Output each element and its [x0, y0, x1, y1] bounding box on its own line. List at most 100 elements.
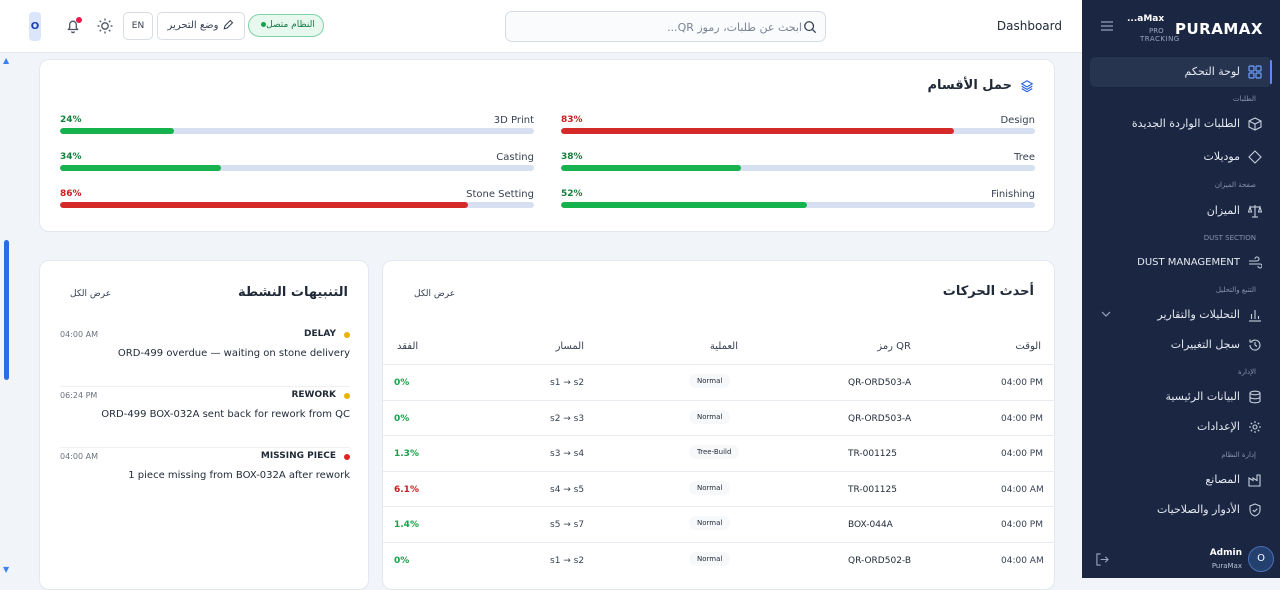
- search-input[interactable]: [542, 18, 802, 36]
- section-label-scale-page: صفحة الميزان: [1214, 181, 1256, 189]
- wind-icon: [1249, 256, 1262, 269]
- language-button[interactable]: EN: [123, 12, 153, 40]
- alert-message: 1 piece missing from BOX-032A after rewo…: [128, 470, 350, 481]
- alert-message: ORD-499 BOX-032A sent back for rework fr…: [101, 409, 350, 420]
- column-header-qr[interactable]: رمز QR: [877, 341, 911, 352]
- notifications-button[interactable]: [64, 17, 82, 35]
- user-avatar-button[interactable]: O: [29, 12, 41, 41]
- edit-mode-label: وضع التحرير: [167, 20, 219, 31]
- department-name: Casting: [496, 152, 534, 163]
- latest-movements-title: أحدث الحركات: [942, 284, 1034, 299]
- time-cell: 04:00 PM: [1001, 378, 1043, 388]
- path-cell: s4 → s5: [550, 485, 585, 495]
- department-load-bar: [60, 202, 534, 208]
- table-row[interactable]: 0% s1 → s2 Normal QR-ORD502-B 04:00 AM: [383, 542, 1054, 578]
- history-icon: [1249, 339, 1261, 351]
- table-row[interactable]: 1.4% s5 → s7 Normal BOX-044A 04:00 PM: [383, 506, 1054, 542]
- qr-cell: TR-001125: [848, 449, 897, 459]
- sidebar-item-label: الطلبات الواردة الجديدة: [1131, 117, 1240, 130]
- department-tree: Tree 38%: [561, 152, 1035, 180]
- column-header-operation[interactable]: العملية: [710, 341, 738, 352]
- sun-icon[interactable]: [96, 17, 114, 35]
- loss-cell: 0%: [394, 414, 410, 424]
- alert-time: 06:24 PM: [60, 391, 98, 400]
- department-design: Design 83%: [561, 115, 1035, 143]
- sidebar: ...aMax PRO TRACKING PURAMAX لوحة التحكم…: [1082, 0, 1280, 578]
- column-header-time[interactable]: الوقت: [1015, 341, 1041, 352]
- department-percent: 52%: [561, 189, 583, 199]
- scrollbar-thumb[interactable]: [4, 240, 9, 380]
- search-box[interactable]: [505, 11, 826, 42]
- status-label: النظام متصل: [266, 20, 315, 30]
- alert-item[interactable]: MISSING PIECE 04:00 AM 1 piece missing f…: [60, 451, 350, 509]
- loss-cell: 6.1%: [394, 485, 419, 495]
- department-3d-print: 3D Print 24%: [60, 115, 534, 143]
- department-percent: 38%: [561, 152, 583, 162]
- alerts-view-all-link[interactable]: عرض الكل: [70, 289, 111, 299]
- notification-dot: [76, 17, 82, 23]
- alert-time: 04:00 AM: [60, 330, 98, 339]
- department-name: Stone Setting: [466, 189, 534, 200]
- logo-pro-label: PRO: [1149, 27, 1164, 35]
- path-cell: s3 → s4: [550, 449, 585, 459]
- operation-badge: Normal: [689, 410, 731, 424]
- department-load-fill: [60, 165, 222, 171]
- table-row[interactable]: 0% s1 → s2 Normal QR-ORD503-A 04:00 PM: [383, 364, 1054, 400]
- time-cell: 04:00 AM: [1001, 556, 1044, 566]
- sidebar-item-label: DUST MANAGEMENT: [1137, 257, 1240, 268]
- diamond-icon: [1248, 150, 1262, 164]
- sidebar-item-label: الأدوار والصلاحيات: [1156, 503, 1240, 516]
- chevron-down-icon[interactable]: [1101, 310, 1111, 318]
- page-title: Dashboard: [996, 19, 1062, 33]
- logo[interactable]: PURAMAX: [1175, 20, 1263, 38]
- logout-icon[interactable]: [1096, 553, 1109, 566]
- column-header-loss[interactable]: الفقد: [397, 341, 418, 352]
- alert-item[interactable]: DELAY 04:00 AM ORD-499 overdue — waiting…: [60, 329, 350, 387]
- department-load-bar: [561, 202, 1035, 208]
- nav-active-highlight: [1090, 57, 1272, 87]
- path-cell: s5 → s7: [550, 520, 585, 530]
- section-label-dust: DUST SECTION: [1203, 234, 1256, 242]
- logo-tracking-label: TRACKING: [1140, 35, 1180, 43]
- alert-item[interactable]: REWORK 06:24 PM ORD-499 BOX-032A sent ba…: [60, 390, 350, 448]
- section-label-system: إدارة النظام: [1221, 451, 1256, 459]
- edit-mode-button[interactable]: وضع التحرير: [157, 12, 245, 40]
- department-load-fill: [561, 202, 808, 208]
- alert-dot: [344, 454, 350, 460]
- operation-badge: Normal: [689, 481, 731, 495]
- operation-badge: Normal: [689, 374, 731, 388]
- column-header-path[interactable]: المسار: [556, 341, 584, 352]
- path-cell: s1 → s2: [550, 556, 585, 566]
- user-name: Admin: [1209, 548, 1242, 558]
- menu-icon[interactable]: [1101, 21, 1113, 31]
- department-stone-setting: Stone Setting 86%: [60, 189, 534, 217]
- table-row[interactable]: 1.3% s3 → s4 Tree-Build TR-001125 04:00 …: [383, 435, 1054, 471]
- alert-type: DELAY: [304, 329, 336, 339]
- department-finishing: Finishing 52%: [561, 189, 1035, 217]
- sidebar-item-label: الميزان: [1206, 204, 1240, 217]
- sidebar-item-label: التحليلات والتقارير: [1157, 308, 1240, 321]
- movements-view-all-link[interactable]: عرض الكل: [414, 289, 455, 299]
- alert-type: REWORK: [291, 390, 336, 400]
- operation-badge: Normal: [689, 552, 731, 566]
- department-name: Tree: [1014, 152, 1035, 163]
- shield-icon: [1249, 503, 1261, 517]
- scroll-down-arrow-icon[interactable]: ▼: [3, 565, 9, 574]
- table-row[interactable]: 0% s2 → s3 Normal QR-ORD503-A 04:00 PM: [383, 400, 1054, 436]
- user-role: PuraMax: [1211, 562, 1242, 570]
- table-row[interactable]: 6.1% s4 → s5 Normal TR-001125 04:00 AM: [383, 471, 1054, 507]
- department-name: Finishing: [991, 189, 1035, 200]
- alert-dot: [344, 332, 350, 338]
- time-cell: 04:00 PM: [1001, 449, 1043, 459]
- operation-badge: Tree-Build: [689, 445, 740, 459]
- department-percent: 83%: [561, 115, 583, 125]
- department-load-bar: [60, 128, 534, 134]
- time-cell: 04:00 PM: [1001, 414, 1043, 424]
- system-status-badge: النظام متصل: [248, 14, 324, 37]
- active-indicator: [1270, 60, 1272, 84]
- path-cell: s2 → s3: [550, 414, 585, 424]
- user-avatar[interactable]: O: [1248, 546, 1274, 572]
- scroll-up-arrow-icon[interactable]: ▲: [3, 56, 9, 65]
- qr-cell: QR-ORD503-A: [848, 414, 912, 424]
- section-label-admin: الإدارة: [1237, 368, 1256, 376]
